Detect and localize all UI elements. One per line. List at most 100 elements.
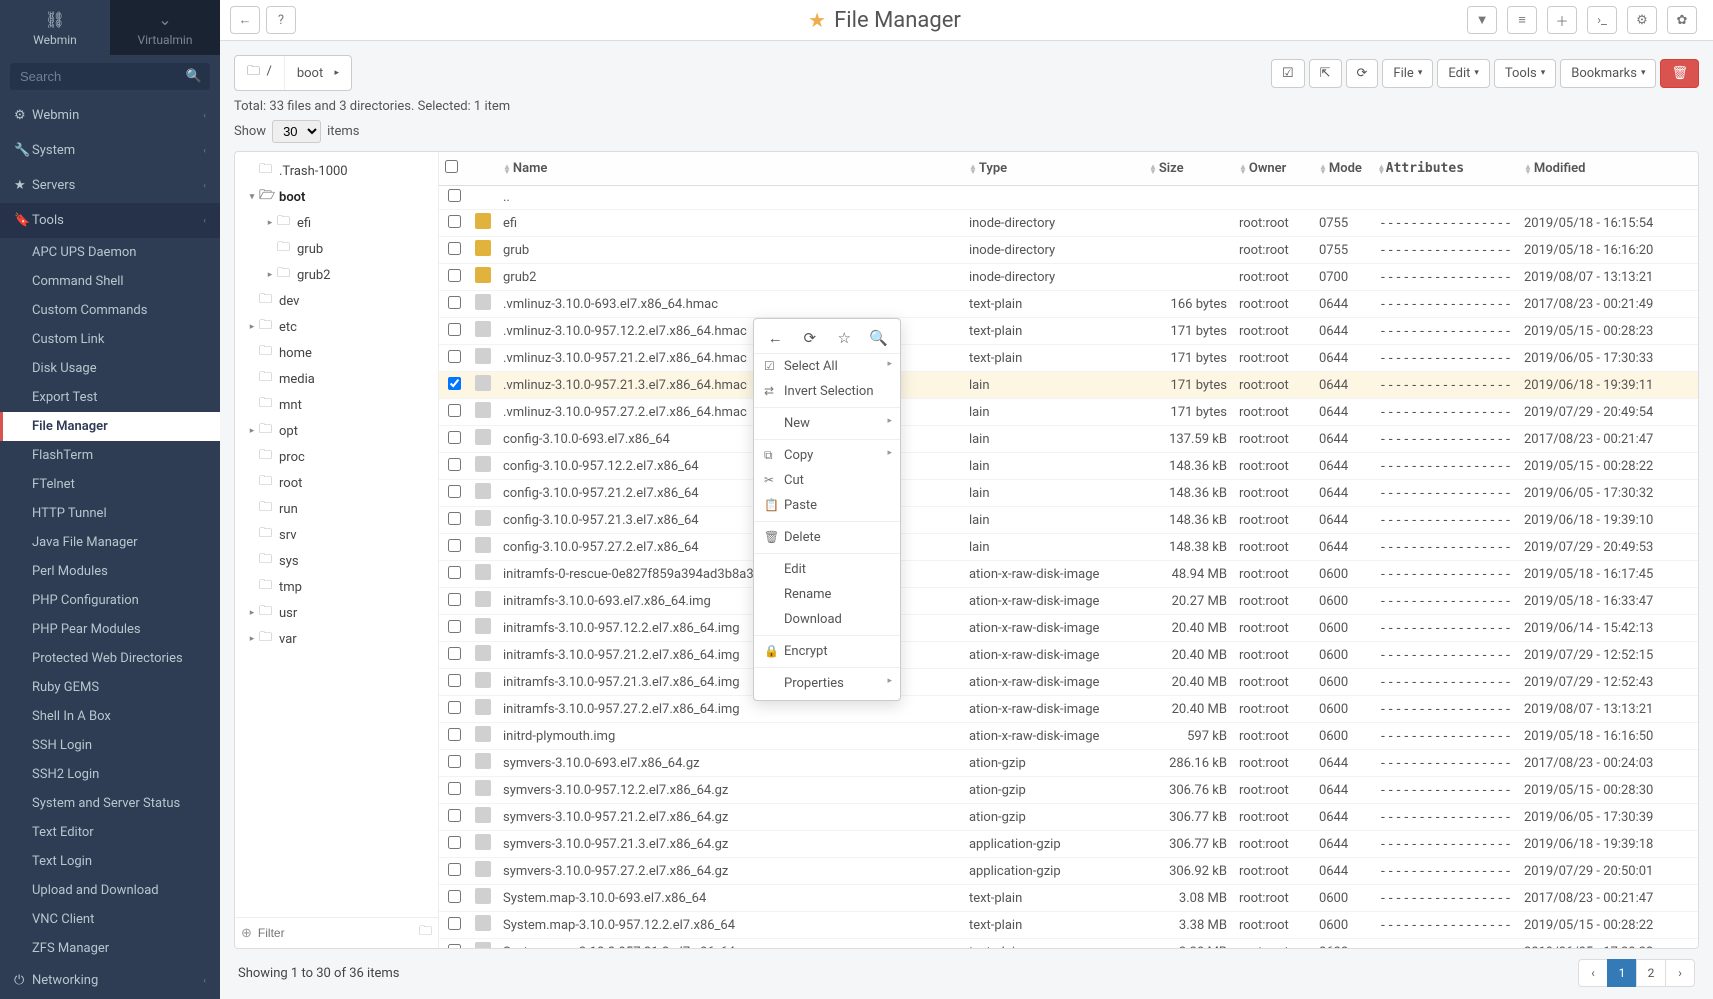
ctx-item[interactable]: 📋Paste	[754, 493, 900, 518]
table-row[interactable]: System.map-3.10.0-957.21.2.el7.x86_64 te…	[439, 939, 1698, 950]
row-checkbox[interactable]	[448, 593, 461, 606]
table-row[interactable]: config-3.10.0-693.el7.x86_64 lain 137.59…	[439, 426, 1698, 453]
tree-expand-icon[interactable]: ▸	[245, 634, 259, 644]
row-checkbox[interactable]	[448, 350, 461, 363]
table-row[interactable]: initramfs-3.10.0-693.el7.x86_64.img atio…	[439, 588, 1698, 615]
sidebar-item[interactable]: PHP Pear Modules	[0, 615, 220, 644]
tree-row[interactable]: 🗀srv	[239, 522, 435, 548]
ctx-toolbar-icon[interactable]: ☆	[832, 329, 856, 347]
table-row[interactable]: config-3.10.0-957.21.2.el7.x86_64 lain 1…	[439, 480, 1698, 507]
table-row[interactable]: config-3.10.0-957.12.2.el7.x86_64 lain 1…	[439, 453, 1698, 480]
tree-row[interactable]: 🗀mnt	[239, 392, 435, 418]
settings-icon[interactable]: ⚙	[1627, 6, 1657, 34]
table-row[interactable]: symvers-3.10.0-957.21.2.el7.x86_64.gz at…	[439, 804, 1698, 831]
sidebar-item[interactable]: PHP Configuration	[0, 586, 220, 615]
table-row[interactable]: grub2 inode-directory root:root 0700 ---…	[439, 264, 1698, 291]
plus-expand-icon[interactable]: ⊕	[241, 926, 252, 941]
col-modified[interactable]: Modified	[1534, 161, 1586, 176]
row-checkbox[interactable]	[448, 890, 461, 903]
tree-row[interactable]: 🗀home	[239, 340, 435, 366]
sidebar-category[interactable]: 🔧System‹	[0, 133, 220, 168]
tree-row[interactable]: 🗀proc	[239, 444, 435, 470]
sidebar-item[interactable]: Export Test	[0, 383, 220, 412]
breadcrumb-root[interactable]: 🗀 /	[235, 56, 285, 90]
row-checkbox[interactable]	[448, 215, 461, 228]
tree-expand-icon[interactable]: ▸	[263, 218, 277, 228]
tree-row[interactable]: 🗀run	[239, 496, 435, 522]
tab-webmin[interactable]: ⛓ Webmin	[0, 0, 110, 55]
tree-row[interactable]: 🗀.Trash-1000	[239, 158, 435, 184]
row-checkbox[interactable]	[448, 620, 461, 633]
sidebar-item[interactable]: Shell In A Box	[0, 702, 220, 731]
row-checkbox[interactable]	[448, 189, 461, 202]
tree-expand-icon[interactable]: ▸	[245, 426, 259, 436]
row-checkbox[interactable]	[448, 809, 461, 822]
page-button[interactable]: ‹	[1578, 959, 1608, 987]
row-checkbox[interactable]	[448, 647, 461, 660]
row-checkbox[interactable]	[448, 323, 461, 336]
table-row[interactable]: efi inode-directory root:root 0755 -----…	[439, 210, 1698, 237]
row-checkbox[interactable]	[448, 296, 461, 309]
page-button[interactable]: 1	[1607, 959, 1637, 987]
table-row[interactable]: .vmlinuz-3.10.0-957.12.2.el7.x86_64.hmac…	[439, 318, 1698, 345]
ctx-item[interactable]: Download	[754, 607, 900, 632]
tree-row[interactable]: 🗀tmp	[239, 574, 435, 600]
table-row[interactable]: initramfs-3.10.0-957.27.2.el7.x86_64.img…	[439, 696, 1698, 723]
ctx-item[interactable]: ✂Cut	[754, 468, 900, 493]
tree-expand-icon[interactable]: ▸	[245, 322, 259, 332]
open-external-button[interactable]: ⇱	[1309, 59, 1342, 88]
col-name[interactable]: Name	[513, 161, 547, 176]
sidebar-item[interactable]: Upload and Download	[0, 876, 220, 905]
row-checkbox[interactable]	[448, 431, 461, 444]
sidebar-category[interactable]: 🔖Tools‹	[0, 203, 220, 238]
col-size[interactable]: Size	[1159, 161, 1184, 176]
sidebar-item[interactable]: ZFS Manager	[0, 934, 220, 963]
tree-row[interactable]: ▸🗀grub2	[239, 262, 435, 288]
table-row[interactable]: initramfs-3.10.0-957.12.2.el7.x86_64.img…	[439, 615, 1698, 642]
tree-row[interactable]: 🗀media	[239, 366, 435, 392]
table-row[interactable]: System.map-3.10.0-957.12.2.el7.x86_64 te…	[439, 912, 1698, 939]
file-menu[interactable]: File ▾	[1382, 59, 1433, 88]
show-count-select[interactable]: 30	[272, 120, 321, 143]
sidebar-item[interactable]: Command Shell	[0, 267, 220, 296]
col-owner[interactable]: Owner	[1249, 161, 1287, 176]
tree-row[interactable]: ▸🗀etc	[239, 314, 435, 340]
tree-row[interactable]: ▸🗀var	[239, 626, 435, 652]
sidebar-item[interactable]: SSH2 Login	[0, 760, 220, 789]
select-all-checkbox[interactable]	[445, 160, 458, 173]
ctx-item[interactable]: Properties▸	[754, 671, 900, 696]
table-row[interactable]: initrd-plymouth.img ation-x-raw-disk-ima…	[439, 723, 1698, 750]
tree-row[interactable]: ▸🗀usr	[239, 600, 435, 626]
table-row[interactable]: config-3.10.0-957.27.2.el7.x86_64 lain 1…	[439, 534, 1698, 561]
table-row[interactable]: .vmlinuz-3.10.0-957.27.2.el7.x86_64.hmac…	[439, 399, 1698, 426]
tree-expand-icon[interactable]: ▾	[245, 192, 259, 202]
sidebar-category[interactable]: ⏻Networking‹	[0, 963, 220, 998]
row-checkbox[interactable]	[448, 782, 461, 795]
table-row[interactable]: .vmlinuz-3.10.0-957.21.3.el7.x86_64.hmac…	[439, 372, 1698, 399]
ctx-item[interactable]: Rename	[754, 582, 900, 607]
row-checkbox[interactable]	[448, 917, 461, 930]
tree-row[interactable]: 🗀sys	[239, 548, 435, 574]
row-checkbox[interactable]	[448, 836, 461, 849]
tools-menu[interactable]: Tools ▾	[1494, 59, 1556, 88]
ctx-item[interactable]: ⇄Invert Selection	[754, 379, 900, 404]
sidebar-item[interactable]: VNC Client	[0, 905, 220, 934]
sidebar-item[interactable]: File Manager	[0, 412, 220, 441]
tree-expand-icon[interactable]: ▸	[263, 270, 277, 280]
sidebar-item[interactable]: APC UPS Daemon	[0, 238, 220, 267]
select-all-button[interactable]: ☑	[1271, 59, 1305, 88]
ctx-item[interactable]: 🗑Delete	[754, 525, 900, 550]
tree-expand-icon[interactable]: ▸	[245, 608, 259, 618]
row-checkbox[interactable]	[448, 404, 461, 417]
table-row[interactable]: ..	[439, 186, 1698, 210]
tab-virtualmin[interactable]: ⌄ Virtualmin	[110, 0, 220, 55]
sidebar-item[interactable]: SSH Login	[0, 731, 220, 760]
row-checkbox[interactable]	[448, 674, 461, 687]
tree-filter-input[interactable]	[258, 926, 413, 940]
sidebar-item[interactable]: Protected Web Directories	[0, 644, 220, 673]
row-checkbox[interactable]	[448, 728, 461, 741]
breadcrumb-boot[interactable]: boot ▸	[285, 60, 351, 87]
ctx-item[interactable]: Edit	[754, 557, 900, 582]
tree-row[interactable]: ▾🗁boot	[239, 184, 435, 210]
search-input[interactable]	[10, 63, 210, 90]
